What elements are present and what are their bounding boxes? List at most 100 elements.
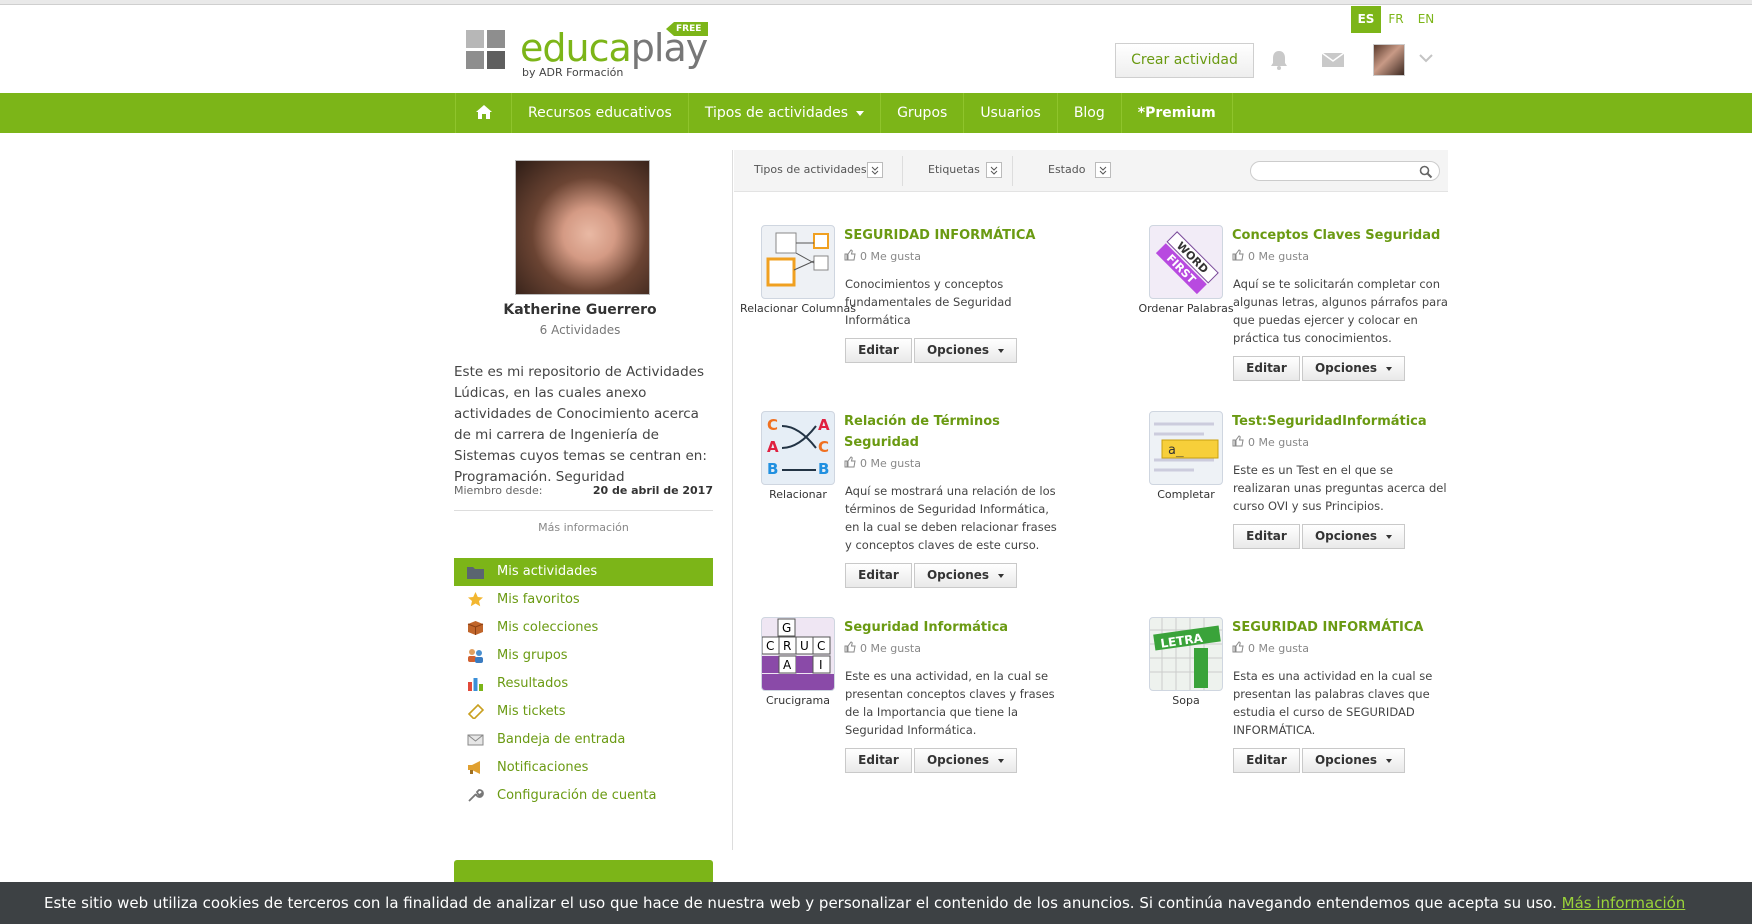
nav-recursos[interactable]: Recursos educativos (511, 93, 688, 133)
ticket-icon (467, 704, 484, 719)
profile-bio: Este es mi repositorio de Actividades Lú… (454, 364, 707, 485)
lang-fr[interactable]: FR (1381, 6, 1411, 33)
options-button[interactable]: Opciones (914, 748, 1017, 773)
menu-mis-colecciones[interactable]: Mis colecciones (454, 614, 713, 642)
caret-down-icon (1386, 534, 1393, 539)
options-button[interactable]: Opciones (914, 338, 1017, 363)
menu-configuracion[interactable]: Configuración de cuenta (454, 782, 713, 810)
logo-subtitle: by ADR Formación (522, 66, 624, 79)
main-nav: Recursos educativos Tipos de actividades… (0, 93, 1752, 133)
member-since: Miembro desde: 20 de abril de 2017 (454, 484, 713, 497)
menu-mis-favoritos[interactable]: Mis favoritos (454, 586, 713, 614)
likes-count: 0 Me gusta (1232, 641, 1309, 655)
edit-button[interactable]: Editar (845, 563, 912, 588)
svg-text:a_: a_ (1168, 443, 1184, 458)
activity-card: a_ Completar Test:SeguridadInformática 0… (1122, 411, 1492, 591)
edit-button[interactable]: Editar (1233, 356, 1300, 381)
nav-home[interactable] (455, 93, 511, 133)
activity-title[interactable]: SEGURIDAD INFORMÁTICA (844, 225, 1064, 246)
content-divider (732, 150, 733, 850)
options-button[interactable]: Opciones (914, 563, 1017, 588)
activity-title[interactable]: Test:SeguridadInformática (1232, 411, 1452, 432)
nav-grupos[interactable]: Grupos (880, 93, 963, 133)
user-avatar[interactable] (1373, 44, 1405, 76)
member-since-label: Miembro desde: (454, 484, 543, 497)
menu-mis-tickets[interactable]: Mis tickets (454, 698, 713, 726)
svg-text:U: U (800, 639, 809, 653)
activity-card: LETRA Sopa SEGURIDAD INFORMÁTICA 0 Me gu… (1122, 617, 1492, 797)
activity-card: CABACB Relacionar Relación de Términos S… (734, 411, 1104, 591)
more-info-link[interactable]: Más información (454, 521, 713, 534)
mail-icon[interactable] (1320, 48, 1346, 72)
profile-activity-count: 6 Actividades (539, 323, 621, 337)
options-button[interactable]: Opciones (1302, 748, 1405, 773)
menu-resultados[interactable]: Resultados (454, 670, 713, 698)
chevron-down-icon[interactable] (1418, 50, 1434, 64)
logo-squares-icon (466, 30, 506, 70)
caret-down-icon (1386, 758, 1393, 763)
nav-premium[interactable]: *Premium (1120, 93, 1233, 133)
activity-title[interactable]: Conceptos Claves Seguridad (1232, 225, 1452, 246)
edit-button[interactable]: Editar (845, 748, 912, 773)
activity-title[interactable]: Relación de Términos Seguridad (844, 411, 1064, 453)
svg-text:I: I (819, 658, 823, 672)
activity-description: Aquí se mostrará una relación de los tér… (845, 484, 1057, 552)
filter-types-toggle[interactable] (867, 162, 883, 178)
filter-tags-toggle[interactable] (986, 162, 1002, 178)
divider (454, 510, 713, 511)
bell-icon[interactable] (1266, 48, 1292, 72)
relacionar-thumbnail[interactable]: CABACB (761, 411, 835, 485)
wrench-icon (468, 789, 484, 802)
activity-type-label: Ordenar Palabras (1138, 302, 1234, 315)
caret-down-icon (998, 348, 1005, 353)
activity-type-label: Completar (1157, 488, 1215, 501)
svg-text:C: C (766, 639, 774, 653)
relacionar-columnas-thumbnail[interactable] (761, 225, 835, 299)
thumbs-up-icon (844, 456, 856, 468)
nav-tipos[interactable]: Tipos de actividades (687, 93, 880, 133)
svg-text:A: A (767, 438, 779, 456)
edit-button[interactable]: Editar (1233, 524, 1300, 549)
educaplay-logo[interactable]: educaplay by ADR Formación FREE (466, 22, 709, 82)
crucigrama-thumbnail[interactable]: G C R U C A I (761, 617, 835, 691)
menu-mis-grupos[interactable]: Mis grupos (454, 642, 713, 670)
filter-state-label: Estado (1048, 163, 1086, 176)
thumbs-up-icon (1232, 435, 1244, 447)
menu-notificaciones[interactable]: Notificaciones (454, 754, 713, 782)
options-button[interactable]: Opciones (1302, 524, 1405, 549)
activity-title[interactable]: SEGURIDAD INFORMÁTICA (1232, 617, 1452, 638)
options-button[interactable]: Opciones (1302, 356, 1405, 381)
svg-text:C: C (818, 438, 829, 456)
thumbs-up-icon (844, 641, 856, 653)
edit-button[interactable]: Editar (845, 338, 912, 363)
activity-description: Aquí se te solicitarán completar con alg… (1233, 277, 1448, 345)
create-activity-button[interactable]: Crear actividad (1115, 43, 1254, 78)
home-icon (475, 105, 492, 119)
ordenar-palabras-thumbnail[interactable]: WORD FIRST (1149, 225, 1223, 299)
lang-en[interactable]: EN (1411, 6, 1441, 33)
nav-usuarios[interactable]: Usuarios (963, 93, 1057, 133)
menu-bandeja[interactable]: Bandeja de entrada (454, 726, 713, 754)
menu-mis-actividades[interactable]: Mis actividades (454, 558, 713, 586)
svg-text:B: B (767, 460, 778, 478)
activity-card: G C R U C A I Crucigrama Seguridad Infor… (734, 617, 1104, 797)
double-chevron-icon (871, 166, 879, 175)
completar-thumbnail[interactable]: a_ (1149, 411, 1223, 485)
lang-es[interactable]: ES (1351, 6, 1381, 33)
folder-icon (467, 567, 484, 579)
sopa-thumbnail[interactable]: LETRA (1149, 617, 1223, 691)
filter-tags-label: Etiquetas (928, 163, 980, 176)
nav-blog[interactable]: Blog (1056, 93, 1121, 133)
search-input[interactable] (1250, 161, 1440, 181)
filter-types-label: Tipos de actividades (754, 163, 867, 176)
svg-text:C: C (767, 416, 778, 434)
box-icon (467, 621, 484, 635)
edit-button[interactable]: Editar (1233, 748, 1300, 773)
activity-title[interactable]: Seguridad Informática (844, 617, 1064, 638)
caret-down-icon (998, 573, 1005, 578)
activity-card: Relacionar Columnas SEGURIDAD INFORMÁTIC… (734, 225, 1104, 405)
cookie-more-info-link[interactable]: Más información (1562, 894, 1686, 912)
filter-state-toggle[interactable] (1095, 162, 1111, 178)
svg-text:B: B (818, 460, 829, 478)
filter-separator (1012, 156, 1013, 186)
